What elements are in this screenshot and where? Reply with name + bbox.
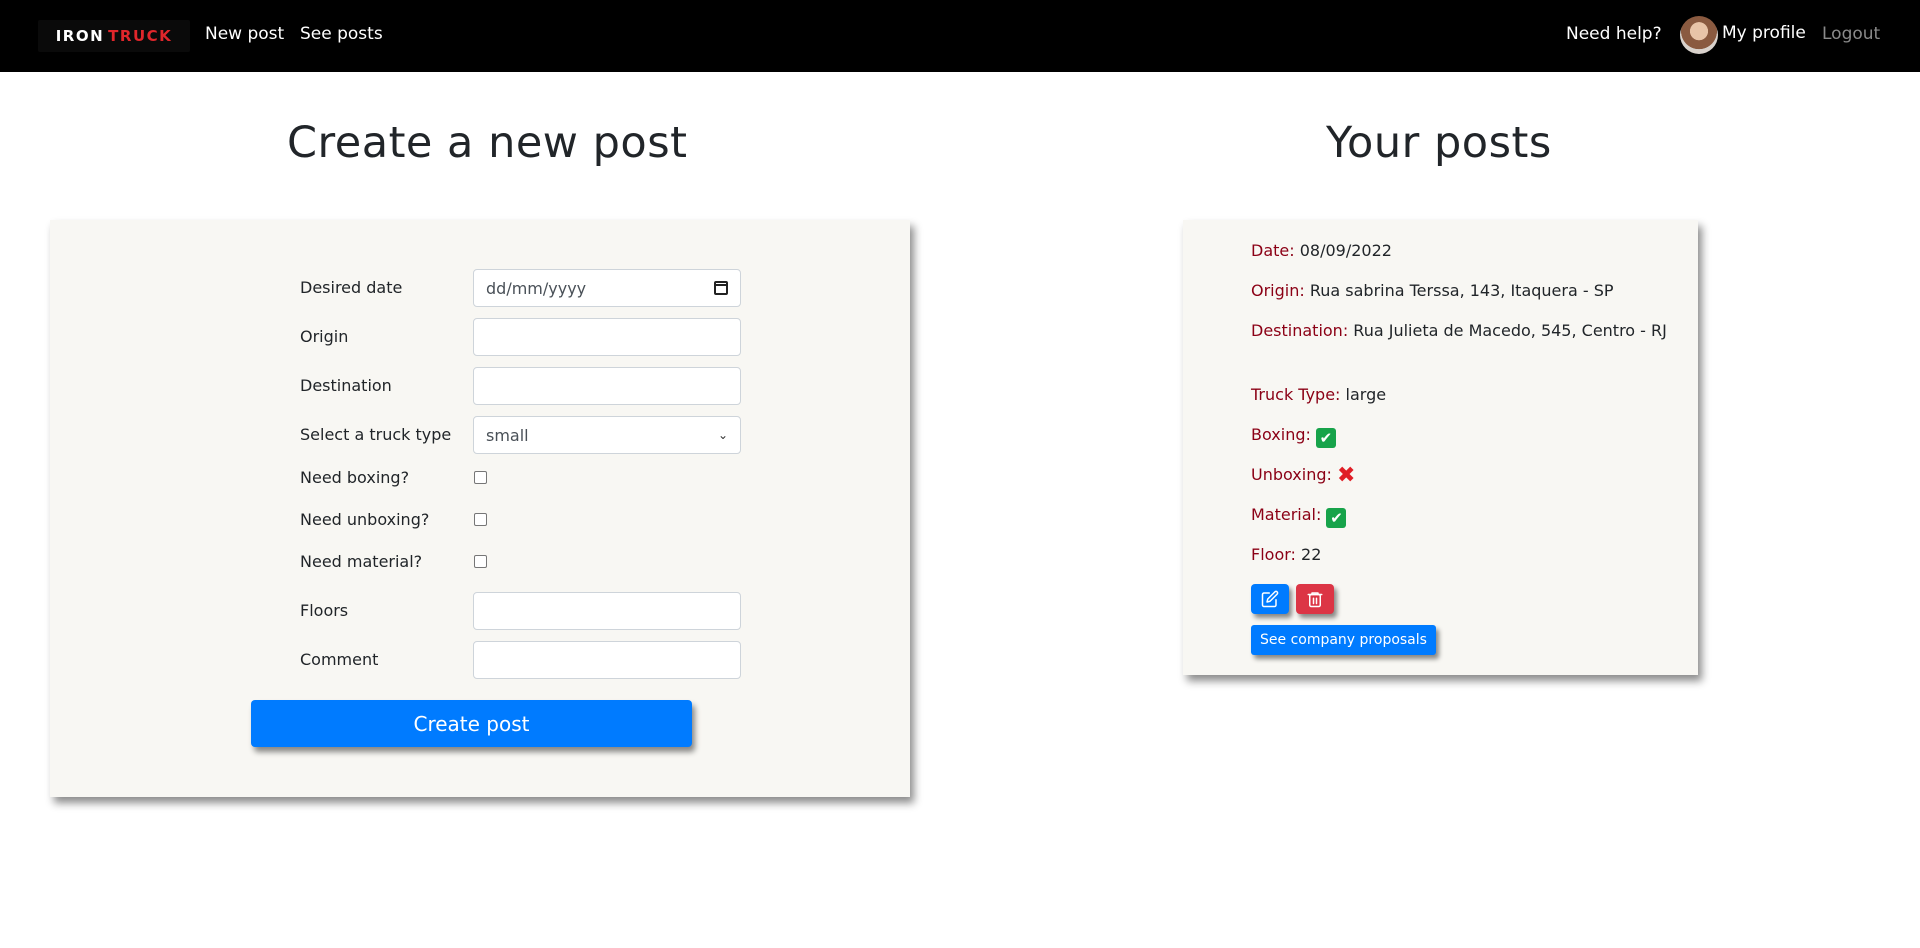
post-card: Date: 08/09/2022 Origin: Rua sabrina Ter… [1183,220,1698,675]
brand-iron-text: IRON [55,27,105,45]
trash-icon [1307,592,1323,608]
comment-label: Comment [300,650,379,669]
post-origin-label: Origin: [1251,281,1305,300]
check-mark-icon: ✔ [1326,508,1347,528]
post-unboxing-row: Unboxing: ✖ [1251,463,1681,487]
navbar: IRON TRUCK New post See posts Need help?… [0,0,1920,72]
floors-input[interactable] [473,592,741,630]
post-destination-row: Destination: Rua Julieta de Macedo, 545,… [1251,319,1681,343]
material-label: Need material? [300,552,423,571]
edit-post-button[interactable] [1251,584,1289,614]
avatar[interactable] [1680,16,1718,54]
edit-icon [1261,590,1279,608]
post-material-label: Material: [1251,505,1322,524]
check-mark-icon: ✔ [1315,428,1336,448]
post-floor-value: 22 [1301,545,1322,564]
boxing-label: Need boxing? [300,468,410,487]
post-date-row: Date: 08/09/2022 [1251,239,1681,263]
brand-truck-text: TRUCK [108,27,173,45]
post-floor-label: Floor: [1251,545,1296,564]
truck-type-label: Select a truck type [300,425,452,444]
create-post-button[interactable]: Create post [251,700,692,747]
nav-new-post[interactable]: New post [205,24,284,44]
floors-label: Floors [300,601,349,620]
post-origin-value: Rua sabrina Terssa, 143, Itaquera - SP [1309,281,1614,300]
post-date-value: 08/09/2022 [1299,241,1392,260]
see-company-proposals-button[interactable]: See company proposals [1251,625,1436,655]
desired-date-input[interactable]: dd/mm/yyyy [473,269,741,307]
truck-type-select[interactable]: small ⌄ [473,416,741,454]
comment-input[interactable] [473,641,741,679]
desired-date-placeholder: dd/mm/yyyy [486,278,587,298]
chevron-down-icon: ⌄ [717,428,728,442]
post-truck-value: large [1345,385,1387,404]
cross-mark-icon: ✖ [1337,463,1356,488]
boxing-checkbox[interactable] [474,471,487,484]
origin-input[interactable] [473,318,741,356]
post-truck-row: Truck Type: large [1251,383,1681,407]
create-post-title: Create a new post [287,118,688,168]
your-posts-title: Your posts [1326,118,1552,168]
create-post-card: Desired date dd/mm/yyyy Origin Destinati… [50,220,910,797]
nav-need-help[interactable]: Need help? [1566,24,1662,44]
unboxing-label: Need unboxing? [300,510,430,529]
desired-date-label: Desired date [300,278,403,297]
post-truck-label: Truck Type: [1251,385,1341,404]
post-destination-label: Destination: [1251,321,1349,340]
post-date-label: Date: [1251,241,1295,260]
post-unboxing-label: Unboxing: [1251,465,1332,484]
unboxing-checkbox[interactable] [474,513,487,526]
nav-my-profile[interactable]: My profile [1722,23,1806,43]
post-material-row: Material: ✔ [1251,503,1681,528]
post-destination-value: Rua Julieta de Macedo, 545, Centro - RJ [1353,321,1667,340]
post-floor-row: Floor: 22 [1251,543,1681,567]
delete-post-button[interactable] [1296,584,1334,614]
calendar-icon[interactable] [714,281,728,295]
post-origin-row: Origin: Rua sabrina Terssa, 143, Itaquer… [1251,279,1681,303]
origin-label: Origin [300,327,349,346]
destination-input[interactable] [473,367,741,405]
brand-logo[interactable]: IRON TRUCK [38,20,190,52]
nav-see-posts[interactable]: See posts [300,24,383,44]
truck-type-selected: small [486,425,529,445]
post-boxing-label: Boxing: [1251,425,1311,444]
nav-logout[interactable]: Logout [1822,24,1880,44]
destination-label: Destination [300,376,392,395]
material-checkbox[interactable] [474,555,487,568]
post-boxing-row: Boxing: ✔ [1251,423,1681,448]
